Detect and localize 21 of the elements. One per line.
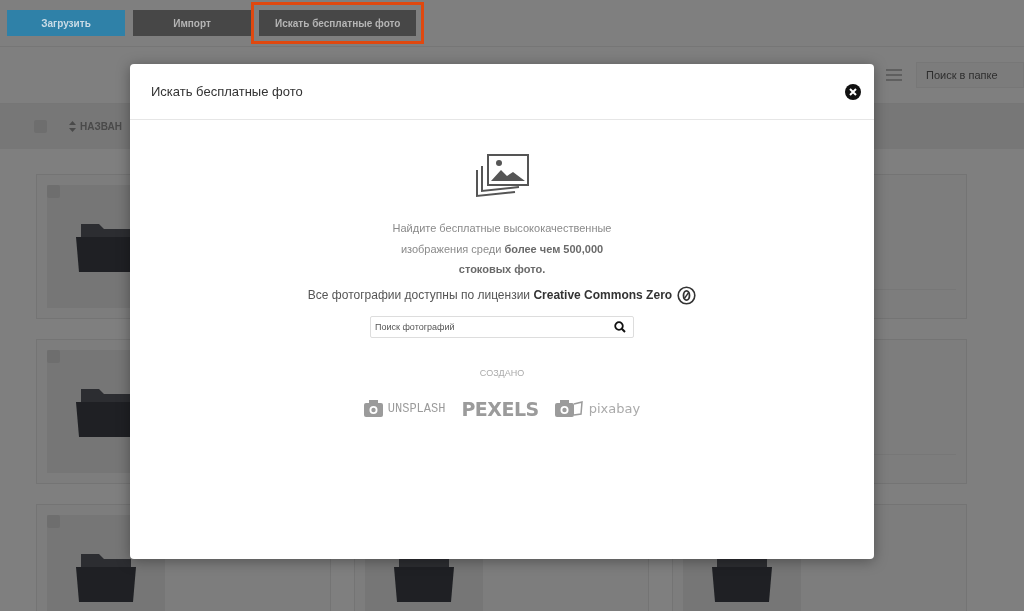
camera-icon xyxy=(363,400,384,417)
toolbar-button[interactable]: Импорт xyxy=(133,10,251,36)
description-text: Найдите бесплатные высококачественные изображения среди более чем 500,000 стоковых фото. xyxy=(391,221,613,277)
folder-icon xyxy=(76,551,136,602)
cc-zero-icon xyxy=(677,285,697,305)
search-icon[interactable] xyxy=(614,320,626,333)
provider-logo-text: pixabay xyxy=(588,401,641,416)
photo-search-field[interactable]: Поиск фотографий xyxy=(370,315,634,338)
search-field[interactable]: Поиск в папке xyxy=(916,62,1024,88)
camera-icon xyxy=(554,400,585,417)
provider-logo-text: UNSPLASH xyxy=(387,401,446,416)
provider-logo-text: PEXELS xyxy=(461,397,539,420)
dialog-title: Искать бесплатные фото xyxy=(151,84,303,99)
toolbar-button[interactable]: Искать бесплатные фото xyxy=(259,10,417,36)
toolbar-button[interactable]: Загрузить xyxy=(7,10,125,36)
menu-icon[interactable] xyxy=(886,69,902,81)
credits-label: СОЗДАНО xyxy=(479,367,525,378)
sort-icon[interactable] xyxy=(69,121,76,132)
license-text: Все фотографии доступны по лицензии Creative Commons Zero xyxy=(307,288,673,302)
photos-icon xyxy=(475,154,529,200)
close-button[interactable] xyxy=(845,83,861,100)
